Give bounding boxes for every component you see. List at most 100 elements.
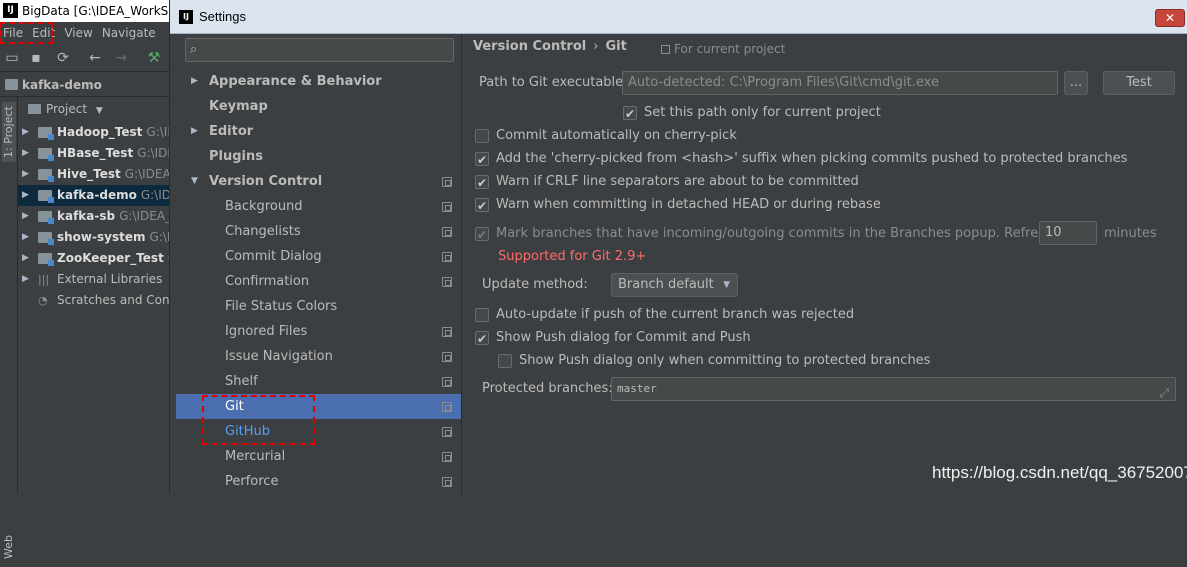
checkbox-unchecked[interactable] <box>498 354 512 368</box>
close-button[interactable]: ✕ <box>1155 9 1185 27</box>
tree-item-name: show-system <box>57 230 146 244</box>
nav-keymap[interactable]: Keymap <box>176 94 461 119</box>
nav-perforce[interactable]: Perforce <box>176 469 461 494</box>
refresh-interval-field[interactable]: 10 <box>1039 221 1097 245</box>
tree-item-selected[interactable]: ▶ kafka-demo G:\IDI <box>18 185 175 206</box>
menu-view[interactable]: View <box>61 22 98 44</box>
mark-branches-checkbox[interactable]: Mark branches that have incoming/outgoin… <box>475 225 1094 244</box>
tree-item[interactable]: ▶ Hive_Test G:\IDEA <box>18 164 175 185</box>
checkbox-checked[interactable] <box>475 151 489 169</box>
project-scope-icon <box>442 327 452 337</box>
checkbox-checked[interactable] <box>475 197 489 215</box>
sync-icon[interactable]: ⟳ <box>55 50 71 66</box>
open-folder-icon[interactable]: ▭ <box>4 50 20 66</box>
nav-label: Shelf <box>225 374 258 389</box>
nav-shelf[interactable]: Shelf <box>176 369 461 394</box>
tree-item[interactable]: ▶ HBase_Test G:\IDE <box>18 143 175 164</box>
expand-arrow-icon[interactable]: ▶ <box>22 269 29 290</box>
checkbox-label: Show Push dialog only when committing to… <box>519 353 931 368</box>
checkbox-label: Add the 'cherry-picked from <hash>' suff… <box>496 151 1128 166</box>
update-method-select[interactable]: Branch default ▼ <box>611 273 738 297</box>
module-folder-icon <box>38 169 54 182</box>
project-view-header[interactable]: Project ▼ <box>20 98 175 120</box>
checkbox-unchecked[interactable] <box>475 308 489 322</box>
nav-appearance-behavior[interactable]: ▶ Appearance & Behavior <box>176 69 461 94</box>
checkbox-label: Show Push dialog for Commit and Push <box>496 330 751 345</box>
expand-arrow-icon[interactable]: ▶ <box>22 248 29 269</box>
tree-item[interactable]: ◔ Scratches and Cons <box>18 290 175 311</box>
search-icon: ⌕ <box>190 42 198 57</box>
nav-label: Editor <box>209 124 254 139</box>
tree-item[interactable]: ▶ ||| External Libraries <box>18 269 175 290</box>
project-scope-icon <box>442 477 452 487</box>
expand-arrow-icon[interactable]: ▶ <box>22 122 29 143</box>
web-tool-tab[interactable]: Web <box>2 527 16 567</box>
test-button[interactable]: Test <box>1103 71 1175 95</box>
tree-item[interactable]: ▶ Hadoop_Test G:\ID <box>18 122 175 143</box>
checkbox-checked-disabled[interactable] <box>475 226 489 244</box>
tree-item[interactable]: ▶ kafka-sb G:\IDEA_V <box>18 206 175 227</box>
checkbox-checked[interactable] <box>475 330 489 348</box>
tree-item-name: kafka-sb <box>57 209 116 223</box>
show-push-protected-checkbox[interactable]: Show Push dialog only when committing to… <box>498 352 930 370</box>
expand-arrow-icon[interactable]: ▶ <box>22 227 29 248</box>
nav-issue-navigation[interactable]: Issue Navigation <box>176 344 461 369</box>
expand-arrow-icon[interactable]: ▶ <box>191 69 198 94</box>
expand-arrow-icon[interactable]: ▶ <box>191 119 198 144</box>
nav-confirmation[interactable]: Confirmation <box>176 269 461 294</box>
cherry-suffix-checkbox[interactable]: Add the 'cherry-picked from <hash>' suff… <box>475 150 1128 169</box>
commit-auto-checkbox[interactable]: Commit automatically on cherry-pick <box>475 127 737 145</box>
nav-plugins[interactable]: Plugins <box>176 144 461 169</box>
module-folder-icon <box>38 253 54 266</box>
tree-item-name: ZooKeeper_Test <box>57 251 164 265</box>
libraries-icon: ||| <box>38 273 50 286</box>
project-scope-icon <box>442 427 452 437</box>
nav-changelists[interactable]: Changelists <box>176 219 461 244</box>
project-navigation-bar[interactable]: kafka-demo <box>0 73 175 97</box>
project-scope-icon <box>442 452 452 462</box>
tree-item[interactable]: ▶ZooKeeper_TestG <box>18 248 175 269</box>
save-icon[interactable]: ▪ <box>28 50 44 66</box>
project-tool-tab[interactable]: 1: Project <box>2 102 16 162</box>
expand-arrow-icon[interactable]: ▶ <box>22 185 29 206</box>
show-push-checkbox[interactable]: Show Push dialog for Commit and Push <box>475 329 751 348</box>
checkbox-checked[interactable] <box>475 174 489 192</box>
protected-branches-value: master <box>617 382 657 395</box>
settings-search-input[interactable]: ⌕ <box>185 38 454 62</box>
warn-crlf-checkbox[interactable]: Warn if CRLF line separators are about t… <box>475 173 859 192</box>
browse-button[interactable]: ... <box>1064 71 1088 95</box>
project-scope-icon <box>442 202 452 212</box>
set-path-only-checkbox[interactable]: Set this path only for current project <box>623 104 881 123</box>
project-view-label: Project <box>46 102 88 116</box>
protected-branches-field[interactable]: master ⤢ <box>611 377 1176 401</box>
breadcrumb-parent[interactable]: Version Control <box>473 39 586 54</box>
tree-item-path: G:\IDEA_V <box>119 209 175 223</box>
expand-arrow-icon[interactable]: ▶ <box>22 164 29 185</box>
nav-file-status-colors[interactable]: File Status Colors <box>176 294 461 319</box>
project-scope-icon <box>442 252 452 262</box>
ide-title-bar: IJ BigData [G:\IDEA_WorkSp <box>0 0 175 22</box>
tree-item[interactable]: ▶show-systemG:\IDE <box>18 227 175 248</box>
git-path-field[interactable]: Auto-detected: C:\Program Files\Git\cmd\… <box>622 71 1058 95</box>
nav-commit-dialog[interactable]: Commit Dialog <box>176 244 461 269</box>
forward-arrow-icon[interactable]: → <box>113 50 129 66</box>
nav-mercurial[interactable]: Mercurial <box>176 444 461 469</box>
menu-navigate[interactable]: Navigate <box>99 22 162 44</box>
git-path-label: Path to Git executable: <box>479 75 628 90</box>
checkbox-label: Warn if CRLF line separators are about t… <box>496 174 859 189</box>
expand-arrow-icon[interactable]: ▶ <box>22 206 29 227</box>
expand-icon[interactable]: ⤢ <box>1159 382 1169 400</box>
nav-ignored-files[interactable]: Ignored Files <box>176 319 461 344</box>
build-hammer-icon[interactable]: ⚒ <box>146 50 162 66</box>
checkbox-unchecked[interactable] <box>475 129 489 143</box>
nav-version-control[interactable]: ▼ Version Control <box>176 169 461 194</box>
auto-update-checkbox[interactable]: Auto-update if push of the current branc… <box>475 306 854 324</box>
nav-background[interactable]: Background <box>176 194 461 219</box>
back-arrow-icon[interactable]: ← <box>87 50 103 66</box>
expand-arrow-icon[interactable]: ▶ <box>22 143 29 164</box>
nav-editor[interactable]: ▶ Editor <box>176 119 461 144</box>
collapse-arrow-icon[interactable]: ▼ <box>191 169 198 194</box>
warn-detached-checkbox[interactable]: Warn when committing in detached HEAD or… <box>475 196 881 215</box>
checkbox-checked[interactable] <box>623 105 637 123</box>
breadcrumb-current: Git <box>605 39 627 54</box>
